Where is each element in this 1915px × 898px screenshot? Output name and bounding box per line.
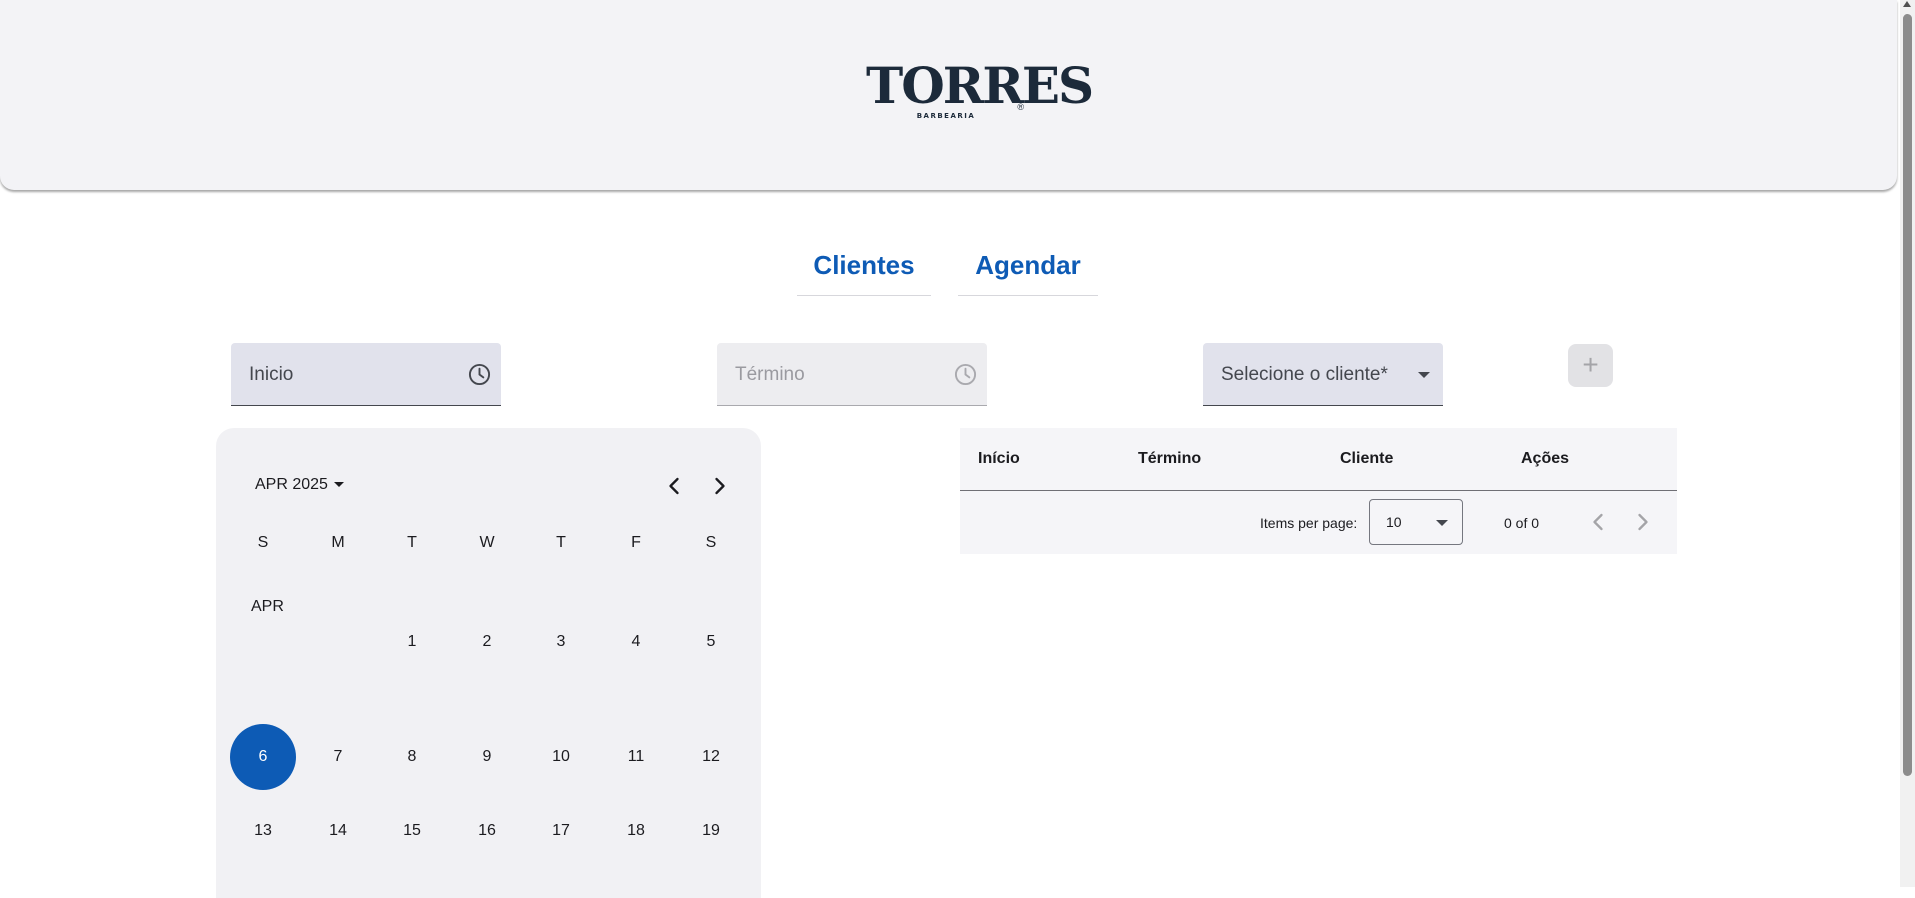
column-header-cliente: Cliente [1340,450,1394,467]
caret-down-icon [1436,520,1448,526]
date-calendar: APR 2025 S M T W T F S APR 1 2 3 4 5 6 7… [216,428,761,898]
scroll-up-arrow-icon[interactable] [1903,1,1911,7]
weekday-label: F [631,534,641,551]
calendar-day[interactable]: 10 [528,724,594,790]
inicio-field-label: Inicio [249,364,294,385]
calendar-period-button[interactable]: APR 2025 [255,476,344,494]
calendar-day[interactable]: 7 [305,724,371,790]
calendar-period-label: APR 2025 [255,476,328,493]
app-header: TORRES BARBEARIA ® [0,0,1897,190]
calendar-day[interactable]: 17 [528,798,594,864]
weekday-label: S [257,534,269,551]
page-size-select[interactable]: 10 [1369,499,1463,545]
logo-registered-mark: ® [1017,102,1024,112]
calendar-day[interactable]: 18 [603,798,669,864]
calendar-day[interactable]: 8 [379,724,445,790]
previous-page-button[interactable] [1584,508,1612,536]
tab-agendar[interactable]: Agendar [958,240,1098,296]
weekday-label: M [331,534,345,551]
calendar-day-selected[interactable]: 6 [230,724,296,790]
calendar-day[interactable]: 16 [454,798,520,864]
column-header-inicio: Início [978,450,1020,467]
calendar-day[interactable]: 2 [454,609,520,675]
next-month-button[interactable] [706,472,734,500]
clock-icon[interactable] [954,363,977,386]
calendar-day[interactable]: 3 [528,609,594,675]
items-per-page-label: Items per page: [1260,515,1358,531]
page-scrollbar[interactable] [1900,0,1915,887]
termino-time-field[interactable]: Término [717,343,987,406]
calendar-day[interactable]: 14 [305,798,371,864]
calendar-day[interactable]: 12 [678,724,744,790]
weekday-label: S [705,534,717,551]
logo-wordmark: TORRES [866,56,1094,115]
appointments-table: Início Término Cliente Ações Items per p… [960,428,1677,554]
caret-down-icon [333,482,344,488]
caret-down-icon [1418,372,1430,378]
calendar-day[interactable]: 5 [678,609,744,675]
clock-icon[interactable] [468,363,491,386]
calendar-month-label: APR [251,598,284,615]
column-header-acoes: Ações [1521,450,1570,467]
calendar-day[interactable]: 19 [678,798,744,864]
scrollbar-thumb[interactable] [1903,14,1912,776]
weekday-label: W [479,534,495,551]
page-size-value: 10 [1386,514,1402,530]
termino-field-label: Término [735,364,805,385]
calendar-day[interactable]: 1 [379,609,445,675]
weekday-label: T [556,534,566,551]
cliente-select[interactable]: Selecione o cliente* [1203,343,1443,406]
cliente-select-label: Selecione o cliente* [1221,364,1388,385]
column-header-termino: Término [1138,450,1202,467]
add-appointment-button[interactable]: + [1568,344,1613,387]
calendar-day[interactable]: 9 [454,724,520,790]
next-page-button[interactable] [1629,508,1657,536]
calendar-day[interactable]: 4 [603,609,669,675]
previous-month-button[interactable] [660,472,688,500]
page-range-label: 0 of 0 [1504,515,1540,531]
calendar-day[interactable]: 15 [379,798,445,864]
calendar-day[interactable]: 11 [603,724,669,790]
weekday-label: T [407,534,417,551]
table-header-row: Início Término Cliente Ações [960,428,1677,491]
tab-clientes[interactable]: Clientes [797,240,931,296]
inicio-time-field[interactable]: Inicio [231,343,501,406]
torres-logo: TORRES BARBEARIA ® [866,56,1094,128]
calendar-day[interactable]: 13 [230,798,296,864]
